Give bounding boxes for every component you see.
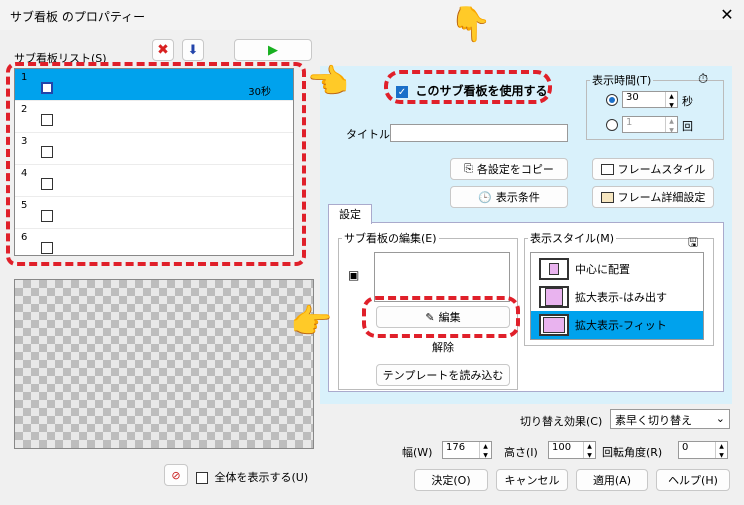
move-down-icon[interactable]: ⬇ [182,39,204,61]
timer-icon: ⏱ [698,72,709,87]
count-input[interactable]: 1 ▲ ▼ [622,116,678,134]
copy-settings-button[interactable]: ⎘ 各設定をコピー [450,158,568,180]
delete-icon[interactable]: ✖ [152,39,174,61]
preview-area [14,279,314,449]
close-icon[interactable]: ✕ [716,4,738,26]
style-list[interactable]: 中心に配置 拡大表示-はみ出す 拡大表示-フィット [530,252,704,340]
switch-effect-select[interactable]: 素早く切り替え ⌄ [610,409,730,429]
display-time-label: 表示時間(T) [590,72,654,88]
count-unit: 回 [682,120,693,133]
tab-settings[interactable]: 設定 [328,204,372,224]
frame-icon [600,163,614,175]
frame-style-button[interactable]: フレームスタイル [592,158,714,180]
style-item-overflow[interactable]: 拡大表示-はみ出す [531,283,703,311]
seconds-radio[interactable] [606,94,618,106]
release-button[interactable]: 解除 [376,336,510,358]
copy-icon: ⎘ [464,162,473,175]
show-all-checkbox[interactable] [196,472,208,484]
width-input[interactable]: 176 ▲ ▼ [442,441,492,459]
window-title: サブ看板 のプロパティー [10,10,146,24]
apply-button[interactable]: 適用(A) [576,469,648,491]
show-all-label: 全体を表示する(U) [214,471,309,484]
highlight-list [6,62,306,266]
show-all-row[interactable]: 全体を表示する(U) [196,469,308,485]
edit-preview-box [374,252,510,302]
title-input[interactable] [390,124,568,142]
play-icon[interactable]: ▶ [234,39,312,61]
display-conditions-button[interactable]: 🕒 表示条件 [450,186,568,208]
frame-detail-button[interactable]: フレーム詳細設定 [592,186,714,208]
highlight-use [384,70,552,104]
count-radio[interactable] [606,119,618,131]
save-style-icon[interactable]: 🖫 [688,233,698,254]
style-item-fit[interactable]: 拡大表示-フィット [531,311,703,339]
clock-icon: 🕒 [478,190,492,204]
height-label: 高さ(I) [504,446,538,459]
chevron-down-icon: ⌄ [715,412,725,425]
help-button[interactable]: ヘルプ(H) [656,469,730,491]
ok-button[interactable]: 決定(O) [414,469,488,491]
switch-effect-label: 切り替え効果(C) [520,415,603,428]
pointing-hand-icon: 👉 [308,62,351,102]
pointing-hand-icon: 👉 [290,302,333,342]
width-label: 幅(W) [402,446,433,459]
edit-group-label: サブ看板の編集(E) [342,230,439,246]
center-icon [539,258,569,280]
seconds-unit: 秒 [682,95,693,108]
display-style-label: 表示スタイル(M) [528,230,617,246]
seconds-input[interactable]: 30 ▲ ▼ [622,91,678,109]
rotation-label: 回転角度(R) [602,446,663,459]
cancel-button[interactable]: キャンセル [496,469,568,491]
frame-detail-icon [600,191,614,203]
expand-fit-icon [539,314,569,336]
rotation-input[interactable]: 0 ▲ ▼ [678,441,728,459]
height-input[interactable]: 100 ▲ ▼ [548,441,596,459]
pointing-hand-icon: 👉 [449,2,490,46]
style-item-center[interactable]: 中心に配置 [531,255,703,283]
load-template-button[interactable]: テンプレートを読み込む [376,364,510,386]
no-entry-icon[interactable]: ⊘ [164,464,188,486]
title-label: タイトル [346,128,390,141]
image-icon: ▣ [348,268,360,282]
highlight-edit [362,296,520,338]
expand-overflow-icon [539,286,569,308]
